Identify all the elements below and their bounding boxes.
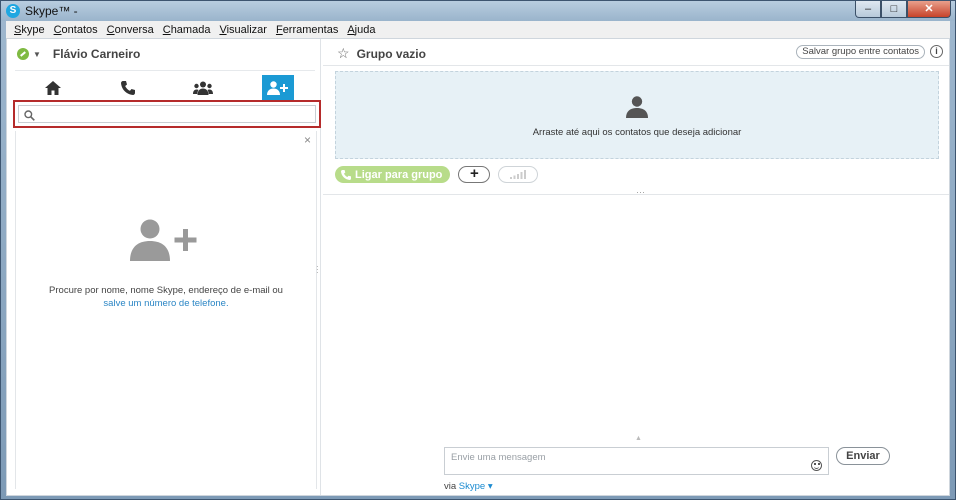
via-prefix: via [444, 481, 457, 492]
phone-icon [341, 169, 351, 180]
toolbar-resize-handle[interactable]: ··· [636, 187, 645, 197]
add-person-icon [130, 219, 197, 261]
save-phone-link[interactable]: salve um número de telefone. [16, 298, 316, 309]
contacts-drop-zone[interactable]: Arraste até aqui os contatos que deseja … [335, 71, 939, 159]
menu-chamada[interactable]: Chamada [163, 24, 211, 36]
client-area: ▼ Flávio Carneiro × Procure por nome, no… [6, 38, 950, 496]
menu-skype[interactable]: Skype [14, 24, 45, 36]
menu-visualizar[interactable]: Visualizar [219, 24, 267, 36]
group-title: Grupo vazio [356, 46, 426, 61]
menu-ajuda[interactable]: Ajuda [347, 24, 375, 36]
title-bar[interactable]: S Skype™ - – □ ✕ [1, 1, 955, 21]
via-service: via Skype ▾ [444, 481, 493, 492]
empty-hint-text: Procure por nome, nome Skype, endereço d… [49, 285, 283, 296]
signal-bars-icon [510, 170, 527, 179]
search-results-panel: × Procure por nome, nome Skype, endereço… [15, 131, 317, 489]
phone-icon [120, 80, 135, 95]
menu-conversa[interactable]: Conversa [107, 24, 154, 36]
message-box[interactable] [444, 447, 829, 475]
window-controls: – □ ✕ [855, 1, 951, 18]
message-input[interactable] [451, 451, 791, 463]
send-button[interactable]: Enviar [836, 447, 890, 465]
skype-window: S Skype™ - – □ ✕ Skype Contatos Conversa… [0, 0, 956, 500]
search-icon [24, 110, 35, 121]
contacts-group-icon [192, 81, 213, 95]
compose-resize-handle[interactable]: ▲ [635, 435, 642, 442]
search-highlight-box [13, 100, 321, 128]
person-icon [626, 96, 648, 118]
profile-header[interactable]: ▼ Flávio Carneiro [17, 45, 140, 63]
emoticon-icon[interactable] [811, 460, 822, 471]
toolbar-divider [323, 194, 949, 195]
left-pane: ▼ Flávio Carneiro × Procure por nome, no… [7, 39, 321, 495]
save-group-button[interactable]: Salvar grupo entre contatos [796, 45, 925, 59]
close-icon[interactable]: × [304, 133, 311, 147]
menu-ferramentas[interactable]: Ferramentas [276, 24, 338, 36]
minimize-button[interactable]: – [855, 1, 881, 18]
maximize-button[interactable]: □ [881, 1, 907, 18]
via-service-selector[interactable]: Skype ▾ [459, 481, 493, 492]
chevron-down-icon[interactable]: ▼ [33, 50, 41, 59]
call-toolbar: Ligar para grupo + [335, 166, 539, 183]
drop-zone-text: Arraste até aqui os contatos que deseja … [532, 127, 742, 138]
close-window-button[interactable]: ✕ [907, 1, 951, 18]
menu-contatos[interactable]: Contatos [54, 24, 98, 36]
call-group-button[interactable]: Ligar para grupo [335, 166, 451, 183]
info-icon[interactable]: i [930, 45, 943, 58]
tab-add-contact-highlight [261, 74, 294, 101]
search-box[interactable] [18, 105, 316, 123]
call-quality-button[interactable] [498, 166, 539, 183]
group-header: ☆ Grupo vazio [337, 45, 426, 62]
chevron-down-icon: ▾ [487, 481, 493, 492]
favorite-star-icon[interactable]: ☆ [337, 45, 350, 62]
skype-logo-icon: S [6, 4, 20, 18]
profile-name[interactable]: Flávio Carneiro [53, 47, 140, 61]
via-service-name: Skype [458, 481, 486, 492]
nav-tabs [15, 70, 315, 104]
home-icon [44, 80, 61, 95]
search-input[interactable] [41, 107, 311, 123]
add-to-group-button[interactable]: + [458, 166, 491, 183]
call-group-label: Ligar para grupo [355, 168, 443, 181]
online-status-icon[interactable] [17, 48, 29, 60]
pane-splitter-handle[interactable]: · · · [316, 263, 319, 277]
right-pane: ☆ Grupo vazio Salvar grupo entre contato… [323, 39, 949, 495]
header-divider [323, 65, 949, 66]
add-contact-icon [266, 80, 288, 95]
menu-bar: Skype Contatos Conversa Chamada Visualiz… [6, 21, 950, 38]
window-title: Skype™ - [25, 4, 78, 18]
